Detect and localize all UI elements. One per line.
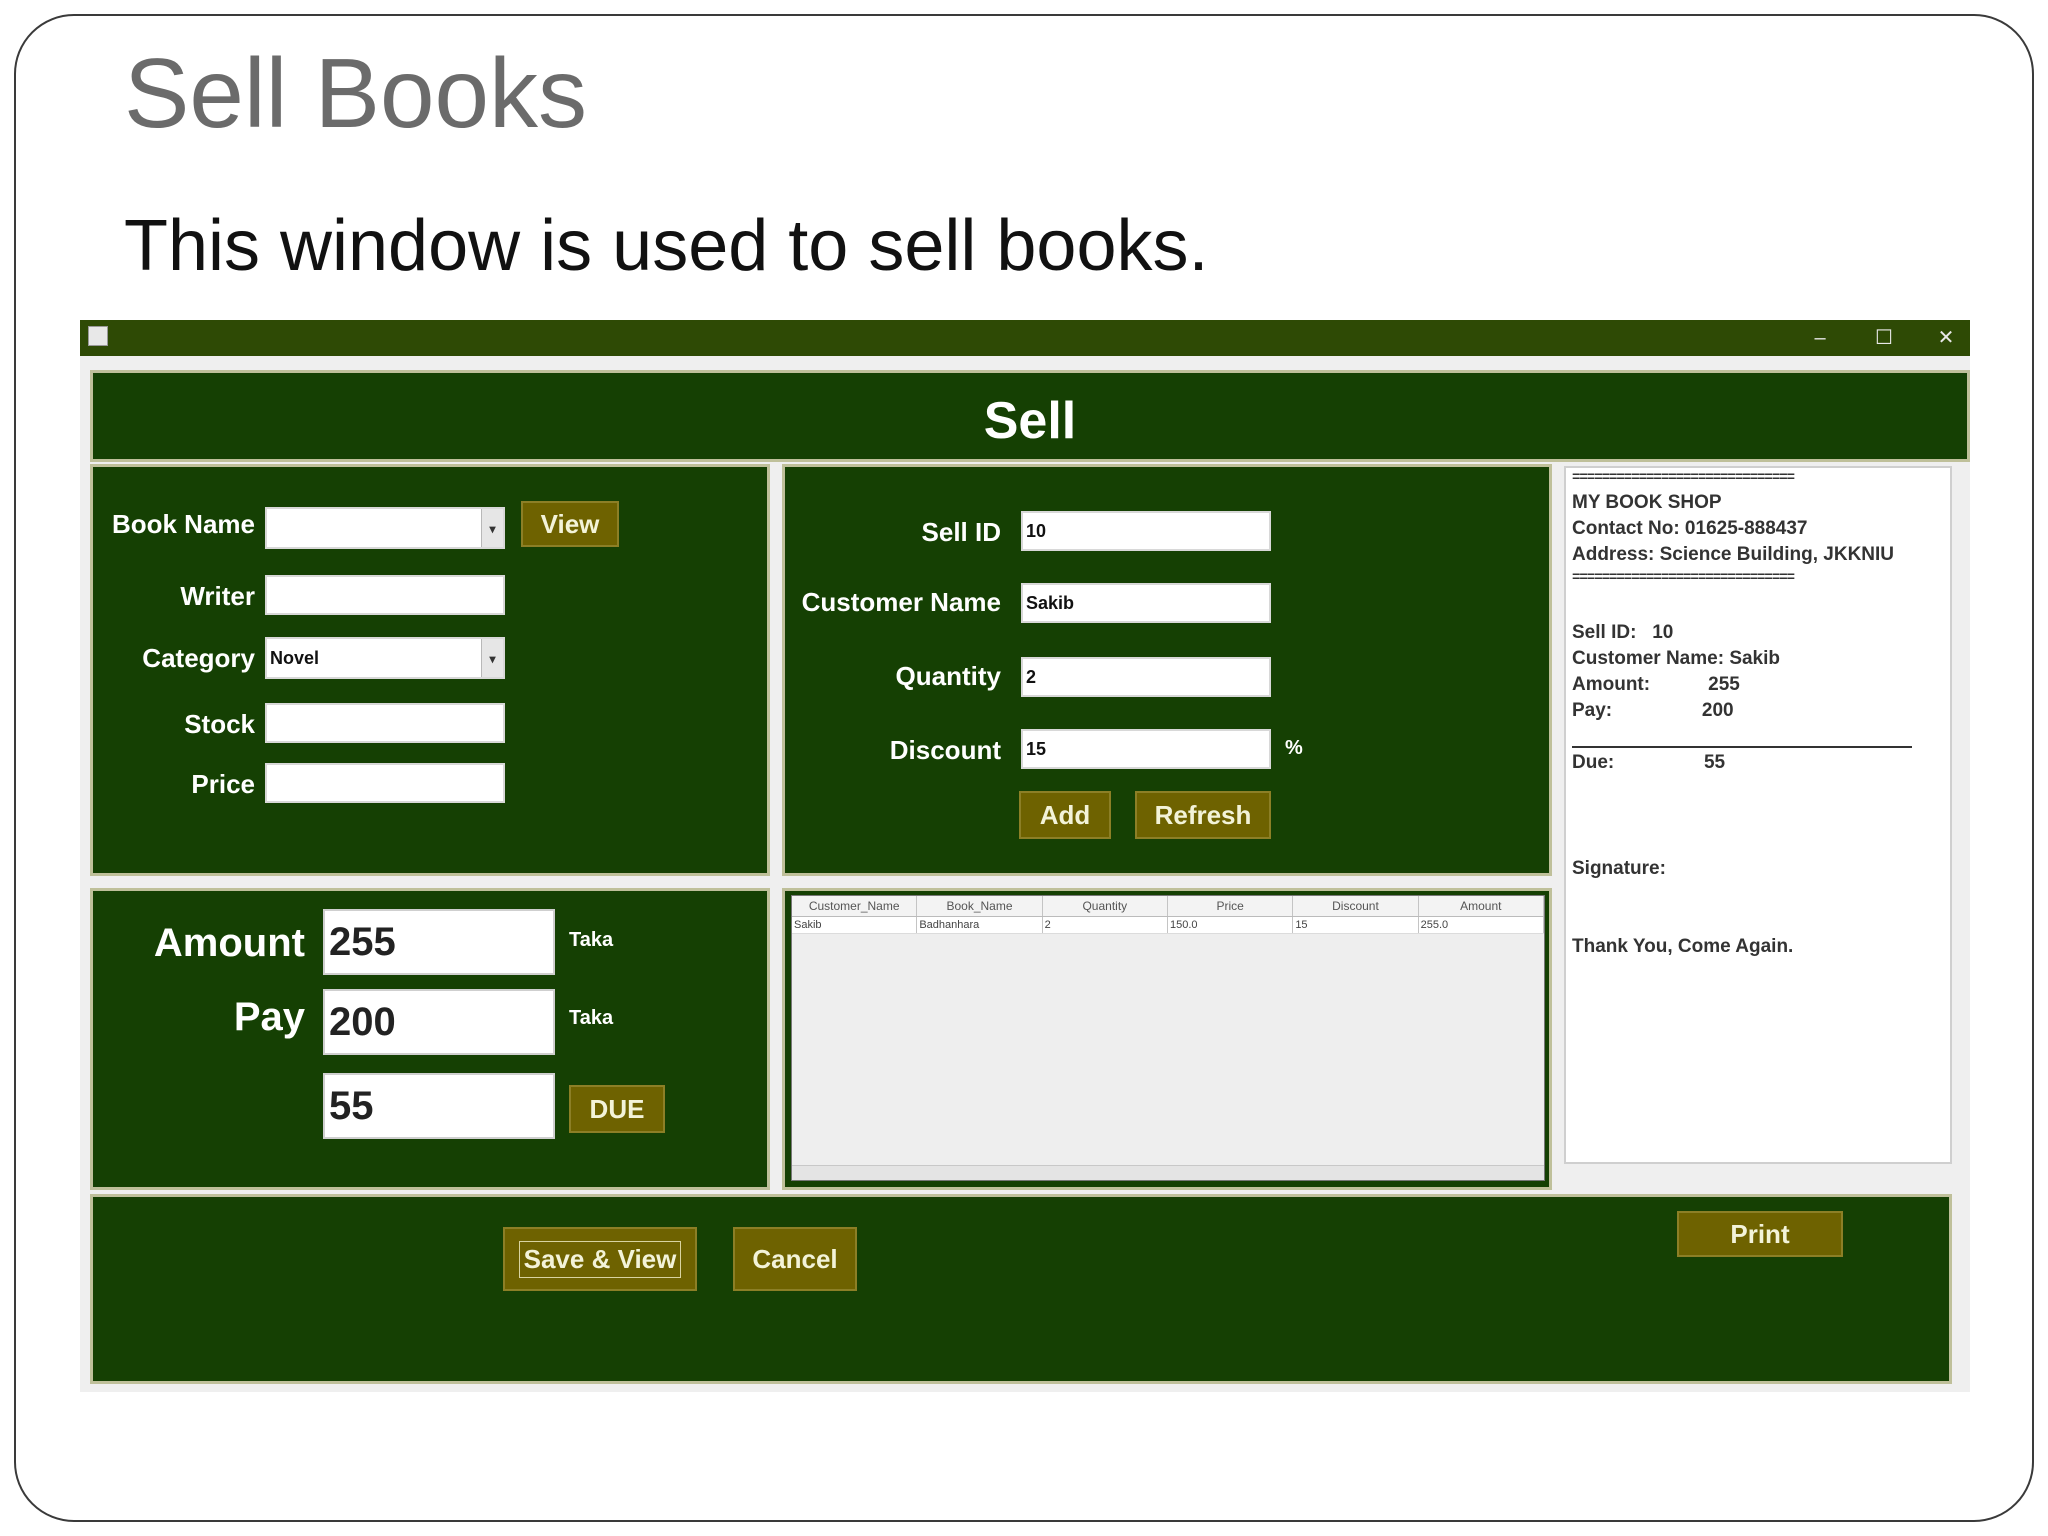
discount-label: Discount [889,735,1001,765]
view-button[interactable]: View [521,501,619,547]
amount-currency-label: Taka [569,929,614,951]
receipt-customer: Customer Name: Sakib [1572,648,1781,669]
chevron-down-icon[interactable]: ▾ [481,639,503,677]
amount-label: Amount [153,921,305,965]
table-cell: Badhanhara [917,917,1043,933]
due-button[interactable]: DUE [569,1085,665,1133]
quantity-field[interactable]: 2 [1021,657,1271,697]
writer-field[interactable] [265,575,505,615]
receipt-separator: ============================== [1572,570,1795,586]
column-header-quantity[interactable]: Quantity [1043,896,1168,916]
table-cell: Sakib [792,917,918,933]
book-details-panel: Book Name ▾ View Writer Category Novel ▾… [90,464,770,876]
maximize-button[interactable]: ☐ [1864,324,1904,352]
quantity-label: Quantity [895,661,1001,691]
customer-name-label: Customer Name [801,587,1001,617]
receipt-preview: ============================== MY BOOK S… [1564,466,1952,1164]
sales-table-panel: Customer_Name Book_Name Quantity Price D… [782,888,1552,1190]
save-view-label: Save & View [518,1240,682,1278]
column-header-price[interactable]: Price [1168,896,1294,916]
add-button[interactable]: Add [1019,791,1111,839]
receipt-amount: Amount: 255 [1572,674,1740,695]
pay-label: Pay [233,995,305,1039]
customer-name-field[interactable]: Sakib [1021,583,1271,623]
sell-id-label: Sell ID [921,517,1001,547]
column-header-book-name[interactable]: Book_Name [917,896,1043,916]
window-titlebar[interactable]: – ☐ ✕ [80,320,1970,356]
column-header-amount[interactable]: Amount [1419,896,1544,916]
sell-window: – ☐ ✕ Sell Book Name ▾ View Writer Categ… [80,320,1970,1392]
footer-panel: Save & View Cancel Print [90,1194,1952,1384]
table-cell: 2 [1043,917,1168,933]
slide-title: Sell Books [124,38,588,148]
writer-label: Writer [180,581,255,611]
receipt-contact: Contact No: 01625-888437 [1572,518,1808,539]
price-label: Price [191,769,255,799]
table-cell: 15 [1293,917,1419,933]
payment-panel: Amount 255 Taka Pay 200 Taka 55 DUE [90,888,770,1190]
column-header-customer-name[interactable]: Customer_Name [792,896,918,916]
horizontal-scrollbar[interactable] [792,1165,1544,1180]
table-row[interactable]: Sakib Badhanhara 2 150.0 15 255.0 [792,917,1544,934]
receipt-pay: Pay: 200 [1572,700,1734,721]
stock-label: Stock [184,709,255,739]
price-field[interactable] [265,763,505,803]
pay-currency-label: Taka [569,1007,614,1029]
table-cell: 150.0 [1168,917,1294,933]
category-value: Novel [270,647,320,668]
java-app-icon [88,326,108,346]
receipt-divider [1572,746,1912,748]
order-panel: Sell ID 10 Customer Name Sakib Quantity … [782,464,1552,876]
receipt-thanks: Thank You, Come Again. [1572,936,1794,957]
close-button[interactable]: ✕ [1926,324,1966,352]
table-header-row: Customer_Name Book_Name Quantity Price D… [792,896,1544,917]
sell-id-field[interactable]: 10 [1021,511,1271,551]
amount-field[interactable]: 255 [323,909,555,975]
book-name-label: Book Name [111,509,255,539]
sales-table[interactable]: Customer_Name Book_Name Quantity Price D… [791,895,1545,1181]
cancel-button[interactable]: Cancel [733,1227,857,1291]
table-cell: 255.0 [1419,917,1544,933]
window-heading: Sell [983,392,1077,450]
stock-field[interactable] [265,703,505,743]
print-button[interactable]: Print [1677,1211,1843,1257]
receipt-address: Address: Science Building, JKKNIU [1572,544,1895,565]
chevron-down-icon[interactable]: ▾ [481,509,503,547]
due-field[interactable]: 55 [323,1073,555,1139]
column-header-discount[interactable]: Discount [1293,896,1419,916]
receipt-due: Due: 55 [1572,752,1726,773]
minimize-button[interactable]: – [1800,324,1840,352]
header-panel: Sell [90,370,1970,462]
receipt-signature: Signature: [1572,858,1666,879]
category-label: Category [142,643,255,673]
receipt-separator: ============================== [1572,470,1795,486]
percent-sign: % [1285,737,1303,759]
category-combo[interactable]: Novel ▾ [265,637,505,679]
pay-field[interactable]: 200 [323,989,555,1055]
book-name-combo[interactable]: ▾ [265,507,505,549]
receipt-sell-id: Sell ID: 10 [1572,622,1674,643]
save-view-button[interactable]: Save & View [503,1227,697,1291]
slide-subtitle: This window is used to sell books. [124,206,1209,286]
refresh-button[interactable]: Refresh [1135,791,1271,839]
discount-field[interactable]: 15 [1021,729,1271,769]
receipt-shop-name: MY BOOK SHOP [1572,492,1722,513]
